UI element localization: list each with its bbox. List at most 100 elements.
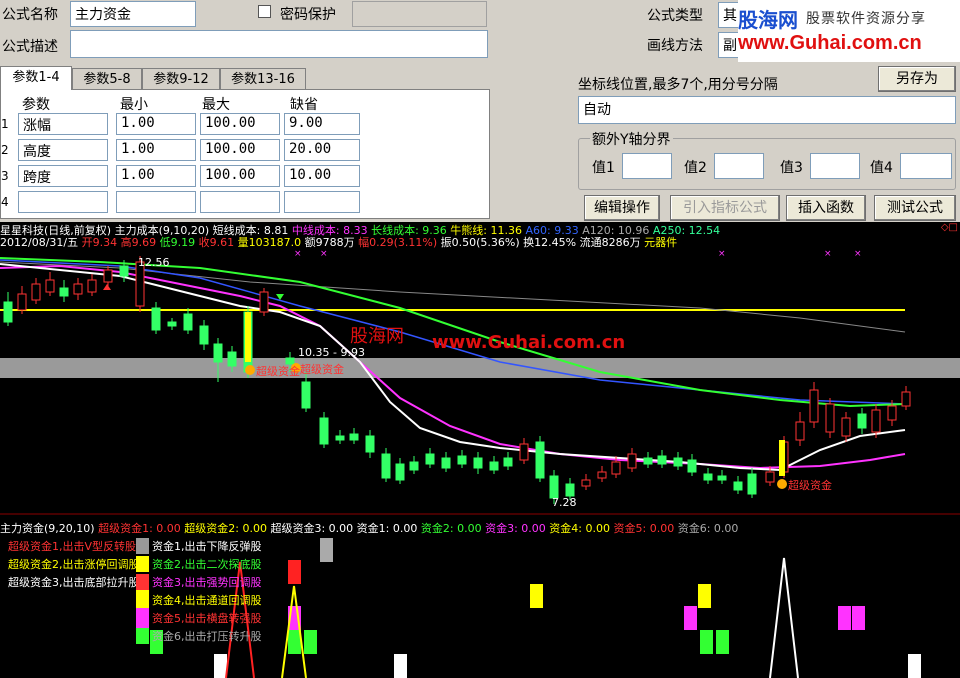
candle-body [301,381,311,409]
candle-body [519,443,529,461]
candle-body [717,475,727,481]
candle-body [17,293,27,311]
candle-body [581,479,591,487]
info-date: 2012/08/31/五 [0,236,79,249]
signal-swatch [136,538,149,554]
info-item: 量103187.0 [234,236,302,249]
candle-body [335,435,345,441]
param-default-field[interactable]: 9.00 [284,113,360,135]
candle-body [597,471,607,479]
formula-desc-input[interactable] [70,30,488,58]
info-item: 元器件 [640,236,678,249]
signal-bar [838,606,851,630]
param-min-field[interactable]: 1.00 [116,139,196,161]
param-name-field[interactable]: 高度 [18,139,108,161]
candle-body [213,343,223,363]
candle-body [765,471,775,483]
y-value-1-input[interactable] [622,153,672,179]
insert-function-button[interactable]: 插入函数 [786,195,866,221]
info-item: 流通8286万 [576,236,641,249]
param-default-field[interactable]: 20.00 [284,139,360,161]
candle-body [643,457,653,465]
y-value-2-input[interactable] [714,153,764,179]
import-formula-button[interactable]: 引入指标公式 [670,195,780,221]
param-default-field[interactable]: 10.00 [284,165,360,187]
candle-body [795,421,805,441]
svg-text:×: × [294,249,302,259]
signal-bar [852,606,865,630]
candle-body [227,351,237,367]
chart-info-row: 2012/08/31/五 开9.34 高9.69 低9.19 收9.61 量10… [0,234,677,250]
param-name-field[interactable]: 涨幅 [18,113,108,135]
password-checkbox[interactable] [258,5,271,18]
formula-type-select[interactable]: 其 [718,2,740,28]
y-value-3-input[interactable] [810,153,860,179]
extra-y-axis-label: 额外Y轴分界 [590,129,673,149]
formula-name-input[interactable]: 主力资金 [70,1,196,27]
chart-watermark-url: www.Guhai.com.cn [432,332,626,353]
signal-swatch [136,574,149,590]
watermark-tagline: 股票软件资源分享 [806,11,926,27]
candle-body [673,457,683,467]
draw-method-select[interactable]: 副 [718,32,740,58]
param-min-field[interactable]: 1.00 [116,165,196,187]
tab-params-1-4[interactable]: 参数1-4 [0,66,72,90]
watermark-url: www.Guhai.com.cn [738,32,922,54]
svg-text:×: × [718,249,726,259]
candle-body [319,417,329,445]
param-min-field[interactable] [116,191,196,213]
chart-corner-icon[interactable]: ◇□ [941,222,958,233]
signal-legend-item: 资金4,出击通道回调股 [152,594,262,607]
signal-bar [288,630,301,654]
param-max-field[interactable]: 100.00 [200,139,280,161]
candle-body [395,463,405,481]
formula-type-label: 公式类型 [647,8,703,24]
param-name-field[interactable]: 跨度 [18,165,108,187]
param-min-field[interactable]: 1.00 [116,113,196,135]
candle-body [687,459,697,473]
signal-bar [214,654,227,678]
sub-legend-item: 资金1: 0.00 [353,522,418,535]
info-item: 低9.19 [156,236,196,249]
signal-legend-item: 资金1,出击下降反弹股 [152,540,262,553]
signal-bar [394,654,407,678]
edit-operation-button[interactable]: 编辑操作 [584,195,660,221]
coord-line-input[interactable]: 自动 [578,96,956,124]
param-max-field[interactable] [200,191,280,213]
stock-chart[interactable]: × × × × × 星星科技(日线,前复权) 主力成本(9,10,20) 短线成本: 8… [0,222,960,678]
sub-legend-item: 超级资金2: 0.00 [180,522,267,535]
test-formula-button[interactable]: 测试公式 [874,195,956,221]
param-max-field[interactable]: 100.00 [200,113,280,135]
candle-body [747,473,757,495]
param-name-field[interactable] [18,191,108,213]
candle-body [3,301,13,323]
candle-body [425,453,435,465]
signal-label: 超级资金 [788,479,832,492]
formula-name-label: 公式名称 [2,7,58,23]
chart-watermark-logo: 股海网 [350,326,404,347]
candle-body [349,433,359,441]
high-price-label: 12.56 [138,256,170,269]
tab-params-9-12[interactable]: 参数9-12 [142,68,220,90]
signal-label: 超级资金 [256,365,300,378]
y-value-3-label: 值3 [780,160,803,176]
candle-body [657,455,667,465]
candle-body [259,291,269,313]
white-spike [769,557,799,678]
signal-bar [304,630,317,654]
sub-legend-item: 资金4: 0.00 [545,522,610,535]
param-max-field[interactable]: 100.00 [200,165,280,187]
candle-body [199,325,209,345]
candle-body [825,403,835,433]
param-default-field[interactable] [284,191,360,213]
candle-body [887,405,897,421]
signal-bar [716,630,729,654]
candle-body [31,283,41,301]
signal-swatch [136,628,149,644]
password-input [352,1,487,27]
tab-params-13-16[interactable]: 参数13-16 [220,68,306,90]
tab-params-5-8[interactable]: 参数5-8 [72,68,142,90]
save-as-button[interactable]: 另存为 [878,66,956,92]
candle-body [473,457,483,469]
y-value-4-input[interactable] [900,153,952,179]
